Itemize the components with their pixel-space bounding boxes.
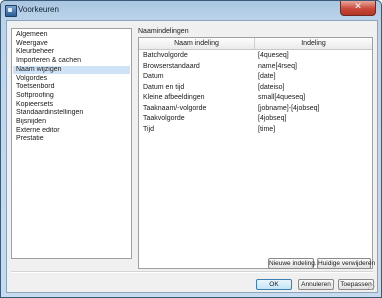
preferences-window: Voorkeuren ✕ Algemeen Weergave Kleurbeheer… xyxy=(0,0,382,298)
table-row[interactable]: Batchvolgorde [4queseq] xyxy=(139,51,372,61)
sidebar-item-prestatie[interactable]: Prestatie xyxy=(13,135,130,143)
column-header-name[interactable]: Naam indeling xyxy=(139,38,255,49)
section-title: Naamindelingen xyxy=(138,28,189,35)
table-row[interactable]: Datum [date] xyxy=(139,72,372,82)
resize-grip-icon[interactable] xyxy=(367,282,375,290)
format-name-cell: Batchvolgorde xyxy=(143,52,188,59)
table-row[interactable]: Datum en tijd [dateiso] xyxy=(139,83,372,93)
sidebar-item-kleurbeheer[interactable]: Kleurbeheer xyxy=(13,48,130,56)
title-bar[interactable]: Voorkeuren ✕ xyxy=(1,1,381,20)
table-row[interactable]: Kleine afbeeldingen small[4queseq] xyxy=(139,93,372,103)
column-header-format[interactable]: Indeling xyxy=(255,38,372,49)
table-row[interactable]: Tijd [time] xyxy=(139,125,372,135)
format-name-cell: Taakvolgorde xyxy=(143,115,185,122)
sidebar-item-toetsenbord[interactable]: Toetsenbord xyxy=(13,83,130,91)
delete-current-button[interactable]: Huidige verwijderen xyxy=(317,258,375,269)
naming-format-table: Naam indeling Indeling Batchvolgorde [4qu… xyxy=(138,37,373,269)
sidebar-item-volgordes[interactable]: Volgordes xyxy=(13,75,130,83)
format-pattern-cell: [dateiso] xyxy=(258,83,285,91)
sidebar-item-naam-wijzigen[interactable]: Naam wijzigen xyxy=(13,65,130,74)
sidebar-item-kopieersets[interactable]: Kopieersets xyxy=(13,101,130,109)
format-name-cell: Tijd xyxy=(143,125,155,133)
dialog-body: Algemeen Weergave Kleurbeheer Importeren & … xyxy=(6,20,378,293)
format-pattern-cell: [time] xyxy=(258,125,276,133)
format-pattern-cell: name[4rseq] xyxy=(258,62,297,70)
table-row[interactable]: Browserstandaard name[4rseq] xyxy=(139,62,372,72)
table-row[interactable]: Taaknaam/-volgorde [jobname]-[4jobseq] xyxy=(139,104,372,114)
table-row[interactable]: Taakvolgorde [4jobseq] xyxy=(139,114,372,124)
sidebar-item-externe-editor[interactable]: Externe editor xyxy=(13,127,130,135)
sidebar-item-weergave[interactable]: Weergave xyxy=(13,40,130,48)
sidebar-item-algemeen[interactable]: Algemeen xyxy=(13,31,130,39)
sidebar-item-softproofing[interactable]: Softproofing xyxy=(13,92,130,100)
format-pattern-cell: [date] xyxy=(258,73,276,80)
format-pattern-cell: small[4queseq] xyxy=(258,94,306,101)
format-pattern-cell: [4queseq] xyxy=(258,52,289,59)
window-title: Voorkeuren xyxy=(18,5,59,14)
new-format-button[interactable]: Nieuwe indeling... xyxy=(268,258,320,269)
format-name-cell: Taaknaam/-volgorde xyxy=(143,104,207,112)
sidebar-item-standaardinstellingen[interactable]: Standaardinstellingen xyxy=(13,109,130,117)
format-pattern-cell: [jobname]-[4jobseq] xyxy=(258,104,320,112)
sidebar-item-bijsnijden[interactable]: Bijsnijden xyxy=(13,118,130,126)
app-icon xyxy=(5,5,17,17)
cancel-button[interactable]: Annuleren xyxy=(298,279,334,290)
footer-separator xyxy=(11,271,373,273)
category-list: Algemeen Weergave Kleurbeheer Importeren & … xyxy=(11,28,132,259)
format-name-cell: Datum en tijd xyxy=(143,83,185,91)
format-pattern-cell: [4jobseq] xyxy=(258,115,287,122)
close-icon[interactable]: ✕ xyxy=(340,1,376,16)
format-name-cell: Datum xyxy=(143,73,164,80)
ok-button[interactable]: OK xyxy=(256,279,292,290)
sidebar-item-importeren-cachen[interactable]: Importeren & cachen xyxy=(13,57,130,65)
table-header: Naam indeling Indeling xyxy=(139,38,372,50)
format-name-cell: Browserstandaard xyxy=(143,62,200,70)
format-name-cell: Kleine afbeeldingen xyxy=(143,94,205,101)
